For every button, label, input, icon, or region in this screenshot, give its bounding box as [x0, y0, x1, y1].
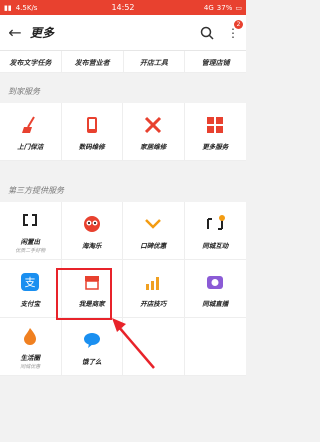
service-item-label: 同城互动 [202, 241, 229, 250]
battery-icon: ▭ [235, 3, 242, 12]
service-item-grid[interactable]: 更多服务 [184, 103, 246, 161]
top-item-0[interactable]: 发布文字任务 [0, 51, 62, 73]
service-item-phone-repair[interactable]: 数码维修 [61, 103, 123, 161]
service-item-face[interactable]: 海淘乐 [61, 202, 123, 260]
notification-badge: 2 [234, 19, 243, 29]
app-bar: ← 更多 ⋮ 2 [0, 15, 246, 51]
service-item-label: 闲置出 [20, 237, 41, 246]
service-item-camera[interactable]: 同城直播 [184, 260, 246, 318]
service-item-label: 更多服务 [202, 142, 229, 151]
arrow-left-icon: ← [8, 23, 22, 42]
signal-icon: ▮▮ [4, 3, 12, 12]
service-item-alipay[interactable]: 支支付宝 [0, 260, 62, 318]
battery-level: 37% [216, 3, 233, 12]
face-icon [80, 212, 104, 236]
section-title-home-service: 到家服务 [8, 87, 40, 96]
network-type: 4G [203, 3, 214, 12]
service-item-label: 生活圈 [20, 353, 41, 362]
service-item-label: 上门保洁 [17, 142, 44, 151]
camera-icon [203, 270, 227, 294]
service-item-link[interactable]: 闲置出 优质二手好物 [0, 202, 62, 260]
svg-text:支: 支 [25, 276, 36, 289]
highlight-box [56, 268, 112, 320]
chat-icon [203, 212, 227, 236]
search-button[interactable] [194, 20, 220, 46]
back-button[interactable]: ← [0, 23, 30, 42]
top-item-2[interactable]: 开店工具 [123, 51, 186, 73]
coupon-icon [141, 212, 165, 236]
bubble-icon [80, 328, 104, 352]
service-item-fire[interactable]: 生活圈 同城优惠 [0, 318, 62, 376]
network-speed: 4.5K/s [15, 3, 38, 12]
phone-repair-icon [80, 113, 104, 137]
more-button[interactable]: ⋮ 2 [220, 19, 246, 46]
link-icon [18, 208, 42, 232]
chart-icon [141, 270, 165, 294]
top-item-3[interactable]: 管理店铺 [185, 51, 246, 73]
fire-icon [18, 324, 42, 348]
service-item-label: 同城直播 [202, 299, 229, 308]
search-icon [200, 26, 214, 40]
tools-icon [141, 113, 165, 137]
service-item-chat[interactable]: 同城互动 [184, 202, 246, 260]
service-item-label: 家居维修 [140, 142, 167, 151]
service-item-coupon[interactable]: 口碑优惠 [123, 202, 185, 260]
clock: 14:52 [111, 3, 135, 12]
service-item-sublabel: 同城优惠 [20, 363, 41, 370]
service-item-label: 饿了么 [82, 357, 102, 366]
empty-cell [184, 318, 246, 376]
service-item-broom[interactable]: 上门保洁 [0, 103, 62, 161]
alipay-icon: 支 [18, 270, 42, 294]
broom-icon [18, 113, 42, 137]
grid-icon [203, 113, 227, 137]
top-item-1[interactable]: 发布营业者 [61, 51, 124, 73]
service-item-tools[interactable]: 家居维修 [123, 103, 185, 161]
page-title: 更多 [30, 26, 55, 40]
service-item-chart[interactable]: 开店技巧 [123, 260, 185, 318]
status-bar: ▮▮ 4.5K/s 14:52 4G 37% ▭ [0, 0, 246, 15]
service-item-label: 口碑优惠 [140, 241, 167, 250]
service-item-sublabel: 优质二手好物 [15, 247, 46, 254]
service-item-label: 海淘乐 [82, 241, 102, 250]
home-service-grid: 上门保洁 数码维修 家居维修 更多服务 [0, 103, 246, 161]
service-item-label: 开店技巧 [140, 299, 167, 308]
service-item-label: 数码维修 [78, 142, 105, 151]
section-title-third-party: 第三方提供服务 [8, 186, 64, 195]
top-row-partial: 发布文字任务 发布营业者 开店工具 管理店铺 [0, 51, 246, 73]
arrow-pointer-icon [112, 318, 155, 369]
service-item-label: 支付宝 [20, 299, 41, 308]
